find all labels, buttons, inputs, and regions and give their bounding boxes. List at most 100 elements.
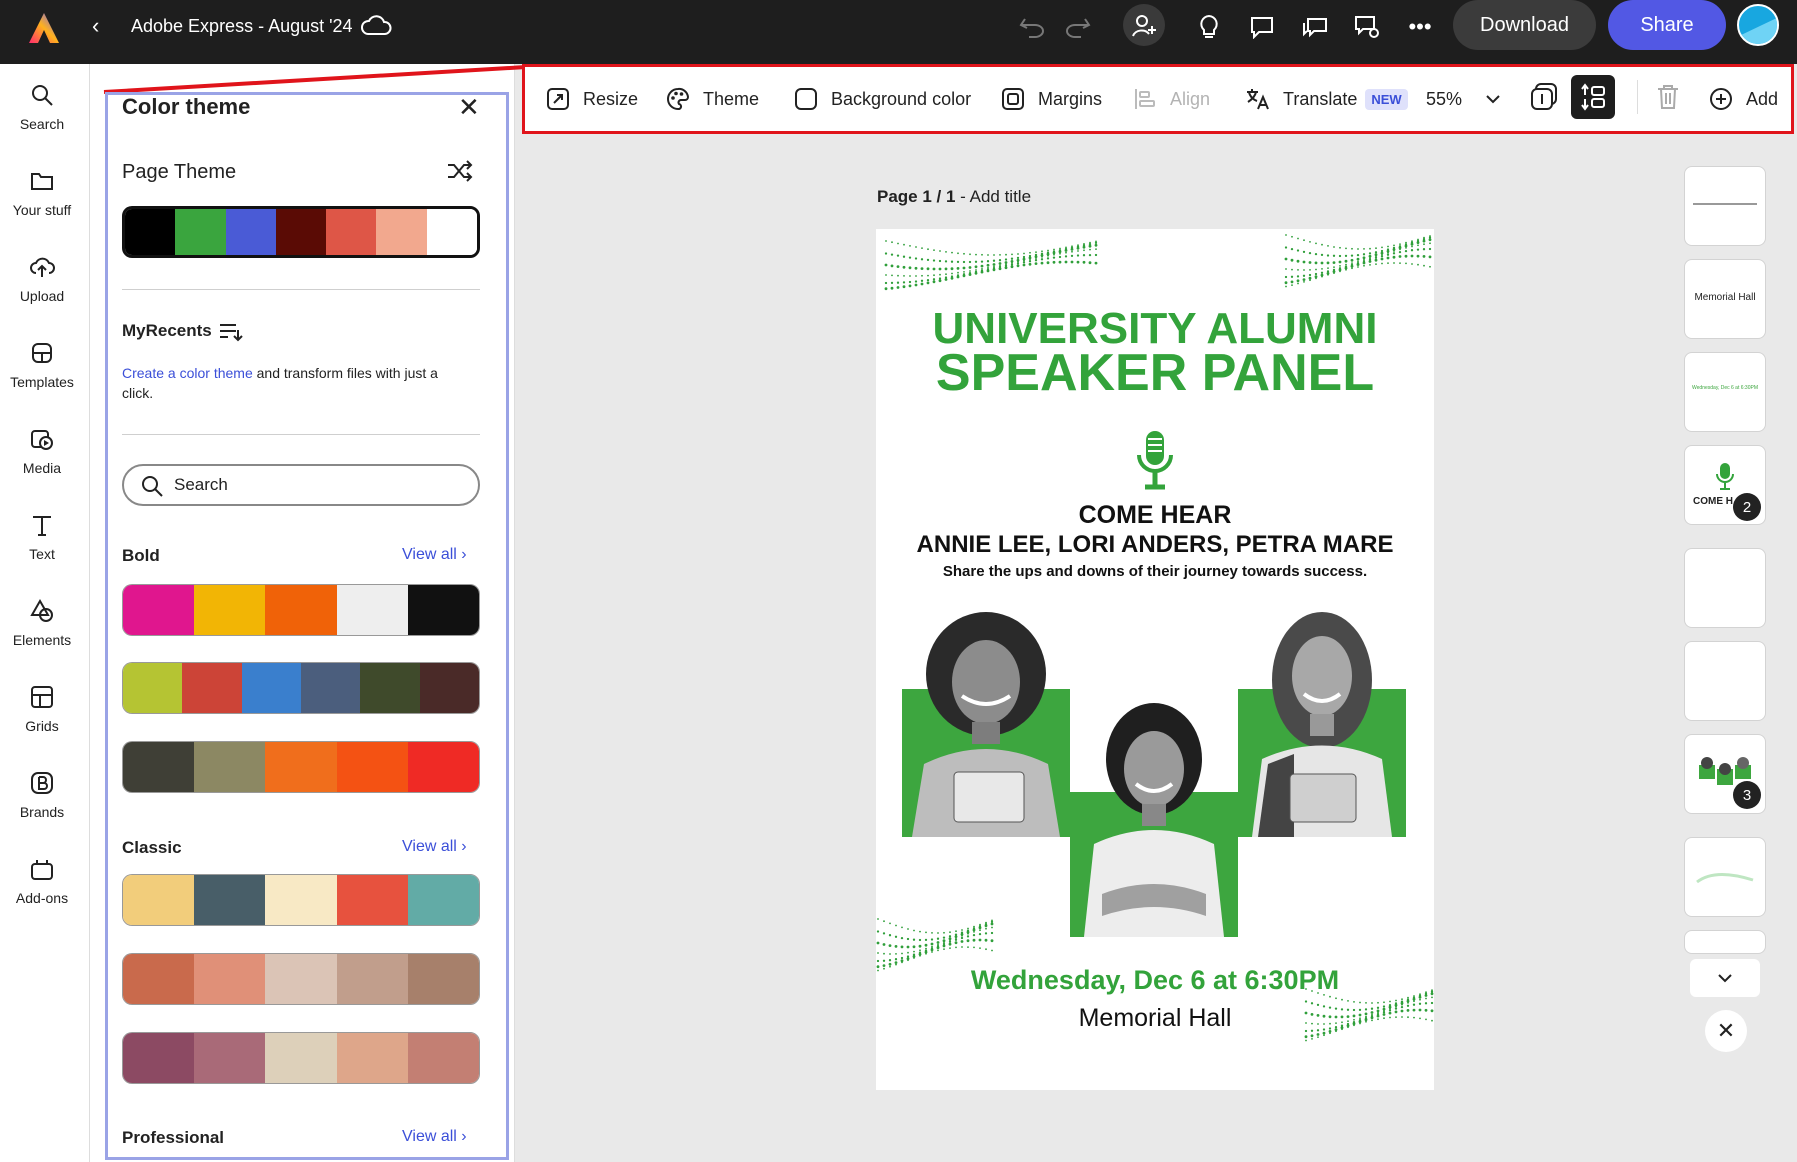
lightbulb-icon[interactable]	[1192, 10, 1226, 44]
dot	[1429, 242, 1431, 245]
document-title[interactable]: Adobe Express - August '24	[131, 15, 353, 37]
dot	[1353, 1001, 1355, 1003]
rail-item-text[interactable]: Text	[0, 512, 84, 582]
close-thumbnails-button[interactable]: ✕	[1705, 1010, 1747, 1052]
page-thumbnail[interactable]: Wednesday, Dec 6 at 6:30PM	[1684, 352, 1766, 432]
background-color-button[interactable]: Background color	[793, 67, 971, 131]
dot	[1345, 263, 1347, 266]
redo-icon[interactable]	[1060, 10, 1094, 44]
page-thumbnail[interactable]	[1684, 548, 1766, 628]
dot	[1303, 239, 1305, 242]
page-thumbnail[interactable]	[1684, 837, 1766, 917]
rail-item-upload[interactable]: Upload	[0, 254, 84, 324]
event-venue[interactable]: Memorial Hall	[876, 1004, 1434, 1033]
professional-view-all-link[interactable]: View all ›	[402, 1128, 467, 1144]
rail-item-media[interactable]: Media	[0, 426, 84, 496]
cloud-icon[interactable]	[360, 12, 392, 38]
poster-canvas[interactable]: UNIVERSITY ALUMNI SPEAKER PANEL COME HEA…	[876, 229, 1434, 1090]
dot	[962, 266, 966, 270]
rail-item-search[interactable]: Search	[0, 82, 84, 152]
share-button[interactable]: Share	[1608, 0, 1726, 50]
dot	[1076, 246, 1080, 250]
invite-icon[interactable]	[1123, 4, 1165, 46]
reorder-pages-button[interactable]	[1571, 75, 1615, 119]
speaker-photo-left[interactable]	[902, 604, 1070, 837]
speaker-names[interactable]: ANNIE LEE, LORI ANDERS, PETRA MARE	[876, 531, 1434, 559]
avatar[interactable]	[1737, 4, 1779, 46]
dot	[1309, 241, 1311, 243]
event-date[interactable]: Wednesday, Dec 6 at 6:30PM	[876, 965, 1434, 996]
classic-view-all-link[interactable]: View all ›	[402, 838, 467, 856]
dot	[1314, 261, 1318, 265]
dot	[1029, 251, 1031, 254]
translate-button[interactable]: Translate NEW	[1245, 67, 1408, 131]
dot	[890, 286, 894, 290]
microphone-icon[interactable]	[1135, 429, 1175, 495]
trash-icon[interactable]	[1655, 83, 1681, 111]
align-icon	[1135, 89, 1155, 109]
classic-theme-3[interactable]	[122, 1032, 480, 1084]
scroll-thumbnails-down-button[interactable]	[1690, 959, 1760, 997]
comment-icon[interactable]	[1245, 10, 1279, 44]
dot	[1028, 262, 1032, 266]
add-button[interactable]: Add	[1708, 67, 1778, 131]
align-button[interactable]: Align	[1132, 67, 1210, 131]
page-label[interactable]: Page 1 / 1 - Add title	[877, 187, 1031, 207]
bold-theme-2[interactable]	[122, 662, 480, 714]
create-color-theme-link[interactable]: Create a color theme	[122, 365, 253, 381]
more-icon[interactable]: •••	[1403, 10, 1437, 44]
dot	[895, 953, 897, 955]
dot	[912, 945, 916, 949]
dot	[1029, 258, 1031, 261]
close-icon[interactable]: ✕	[458, 94, 482, 120]
dot	[954, 941, 958, 945]
page-thumbnail[interactable]	[1684, 166, 1766, 246]
resize-button[interactable]: Resize	[545, 67, 638, 131]
bold-view-all-link[interactable]: View all ›	[402, 546, 467, 564]
classic-theme-1[interactable]	[122, 874, 480, 926]
bold-theme-1[interactable]	[122, 584, 480, 636]
adobe-express-logo[interactable]	[26, 10, 62, 46]
dot	[1423, 243, 1425, 246]
color-swatch	[336, 875, 408, 925]
classic-theme-2[interactable]	[122, 953, 480, 1005]
dot	[897, 242, 899, 245]
poster-headline-2[interactable]: SPEAKER PANEL	[876, 347, 1434, 399]
theme-button[interactable]: Theme	[665, 67, 759, 131]
rail-item-add-ons[interactable]: Add-ons	[0, 856, 84, 926]
zoom-dropdown[interactable]: 55%	[1426, 67, 1502, 131]
back-icon[interactable]: ‹	[92, 14, 112, 38]
rail-item-templates[interactable]: Templates	[0, 340, 84, 410]
bold-theme-3[interactable]	[122, 741, 480, 793]
dot	[1028, 260, 1032, 263]
tagline-text[interactable]: Share the ups and downs of their journey…	[876, 563, 1434, 580]
review-icon[interactable]	[1350, 10, 1384, 44]
dot	[938, 279, 942, 283]
come-hear-text[interactable]: COME HEAR	[876, 501, 1434, 530]
page-thumbnail[interactable]	[1684, 930, 1766, 954]
undo-icon[interactable]	[1016, 10, 1050, 44]
rail-item-brands[interactable]: Brands	[0, 770, 84, 840]
rail-item-your-stuff[interactable]: Your stuff	[0, 168, 84, 238]
speaker-photo-right[interactable]	[1238, 604, 1406, 837]
rail-item-grids[interactable]: Grids	[0, 684, 84, 754]
text-icon	[33, 516, 51, 536]
sort-icon[interactable]	[218, 320, 244, 344]
dot	[1418, 995, 1422, 999]
download-button[interactable]: Download	[1453, 0, 1596, 50]
shuffle-icon[interactable]	[446, 158, 474, 184]
margins-button[interactable]: Margins	[1000, 67, 1102, 131]
layers-icon[interactable]	[1528, 80, 1562, 114]
dot	[909, 275, 911, 277]
color-swatch	[125, 209, 176, 255]
dot	[885, 240, 887, 242]
page-thumbnail[interactable]: Memorial Hall	[1684, 259, 1766, 339]
rail-item-elements[interactable]: Elements	[0, 598, 84, 668]
page-thumbnail[interactable]	[1684, 641, 1766, 721]
add-label: Add	[1746, 88, 1779, 109]
page-theme-swatches[interactable]	[122, 206, 480, 258]
dot	[980, 264, 984, 268]
color-swatch	[265, 1033, 337, 1083]
comments-panel-icon[interactable]	[1298, 10, 1332, 44]
speaker-photo-center[interactable]	[1070, 694, 1238, 937]
